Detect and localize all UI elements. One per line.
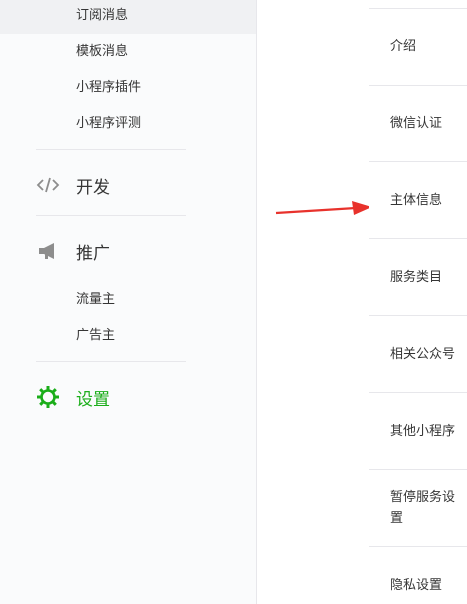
settings-nav-label: 介绍	[390, 39, 417, 54]
sidebar-item-label: 流量主	[76, 292, 116, 307]
sidebar-item-label: 小程序插件	[76, 80, 142, 95]
settings-nav-label: 微信认证	[390, 116, 443, 131]
sidebar-divider	[36, 215, 186, 216]
settings-nav-label: 暂停服务设置	[390, 490, 456, 526]
sidebar-item-review[interactable]: 小程序评测	[0, 106, 256, 142]
code-icon	[36, 173, 60, 197]
sidebar-group-label: 推广	[76, 243, 110, 264]
sidebar-item-label: 订阅消息	[76, 8, 129, 23]
sidebar-item-subscribe-messages[interactable]: 订阅消息	[0, 0, 256, 34]
nav-separator	[369, 238, 467, 239]
gear-icon	[36, 385, 60, 409]
settings-nav-verification[interactable]: 微信认证	[369, 113, 467, 134]
nav-separator	[369, 8, 467, 9]
megaphone-icon	[36, 239, 60, 263]
sidebar-divider	[36, 361, 186, 362]
sidebar-group-settings[interactable]: 设置	[36, 381, 110, 413]
sidebar-item-plugins[interactable]: 小程序插件	[0, 70, 256, 106]
settings-nav-categories[interactable]: 服务类目	[369, 267, 467, 288]
settings-nav: 介绍 微信认证 主体信息 服务类目 相关公众号 其他小程序 暂停服务设置 隐私设…	[369, 0, 467, 604]
nav-separator	[369, 392, 467, 393]
sidebar-item-publisher[interactable]: 流量主	[0, 282, 256, 318]
nav-separator	[369, 469, 467, 470]
sidebar-group-develop[interactable]: 开发	[36, 169, 110, 201]
settings-nav-label: 相关公众号	[390, 347, 456, 362]
sidebar: 订阅消息 模板消息 小程序插件 小程序评测 开发 推广 流量主 广告主 设置	[0, 0, 257, 604]
settings-nav-privacy[interactable]: 隐私设置	[369, 575, 467, 596]
settings-nav-intro[interactable]: 介绍	[369, 36, 467, 57]
sidebar-item-advertiser[interactable]: 广告主	[0, 318, 256, 354]
nav-separator	[369, 315, 467, 316]
sidebar-item-label: 小程序评测	[76, 116, 142, 131]
settings-nav-pause-service[interactable]: 暂停服务设置	[369, 487, 467, 529]
settings-nav-other-miniprograms[interactable]: 其他小程序	[369, 421, 467, 442]
sidebar-group-label: 设置	[76, 389, 110, 410]
settings-nav-entity-info[interactable]: 主体信息	[369, 190, 467, 211]
nav-separator	[369, 546, 467, 547]
nav-separator	[369, 161, 467, 162]
sidebar-item-template-messages[interactable]: 模板消息	[0, 34, 256, 70]
settings-nav-label: 服务类目	[390, 270, 443, 285]
sidebar-group-label: 开发	[76, 177, 110, 198]
red-arrow-annotation	[275, 201, 372, 215]
sidebar-item-label: 模板消息	[76, 44, 129, 59]
nav-separator	[369, 85, 467, 86]
settings-nav-official-accounts[interactable]: 相关公众号	[369, 344, 467, 365]
sidebar-divider	[36, 149, 186, 150]
settings-nav-label: 其他小程序	[390, 424, 456, 439]
settings-nav-label: 隐私设置	[390, 578, 443, 593]
sidebar-group-promote[interactable]: 推广	[36, 235, 110, 267]
settings-nav-label: 主体信息	[390, 193, 443, 208]
sidebar-item-label: 广告主	[76, 328, 116, 343]
